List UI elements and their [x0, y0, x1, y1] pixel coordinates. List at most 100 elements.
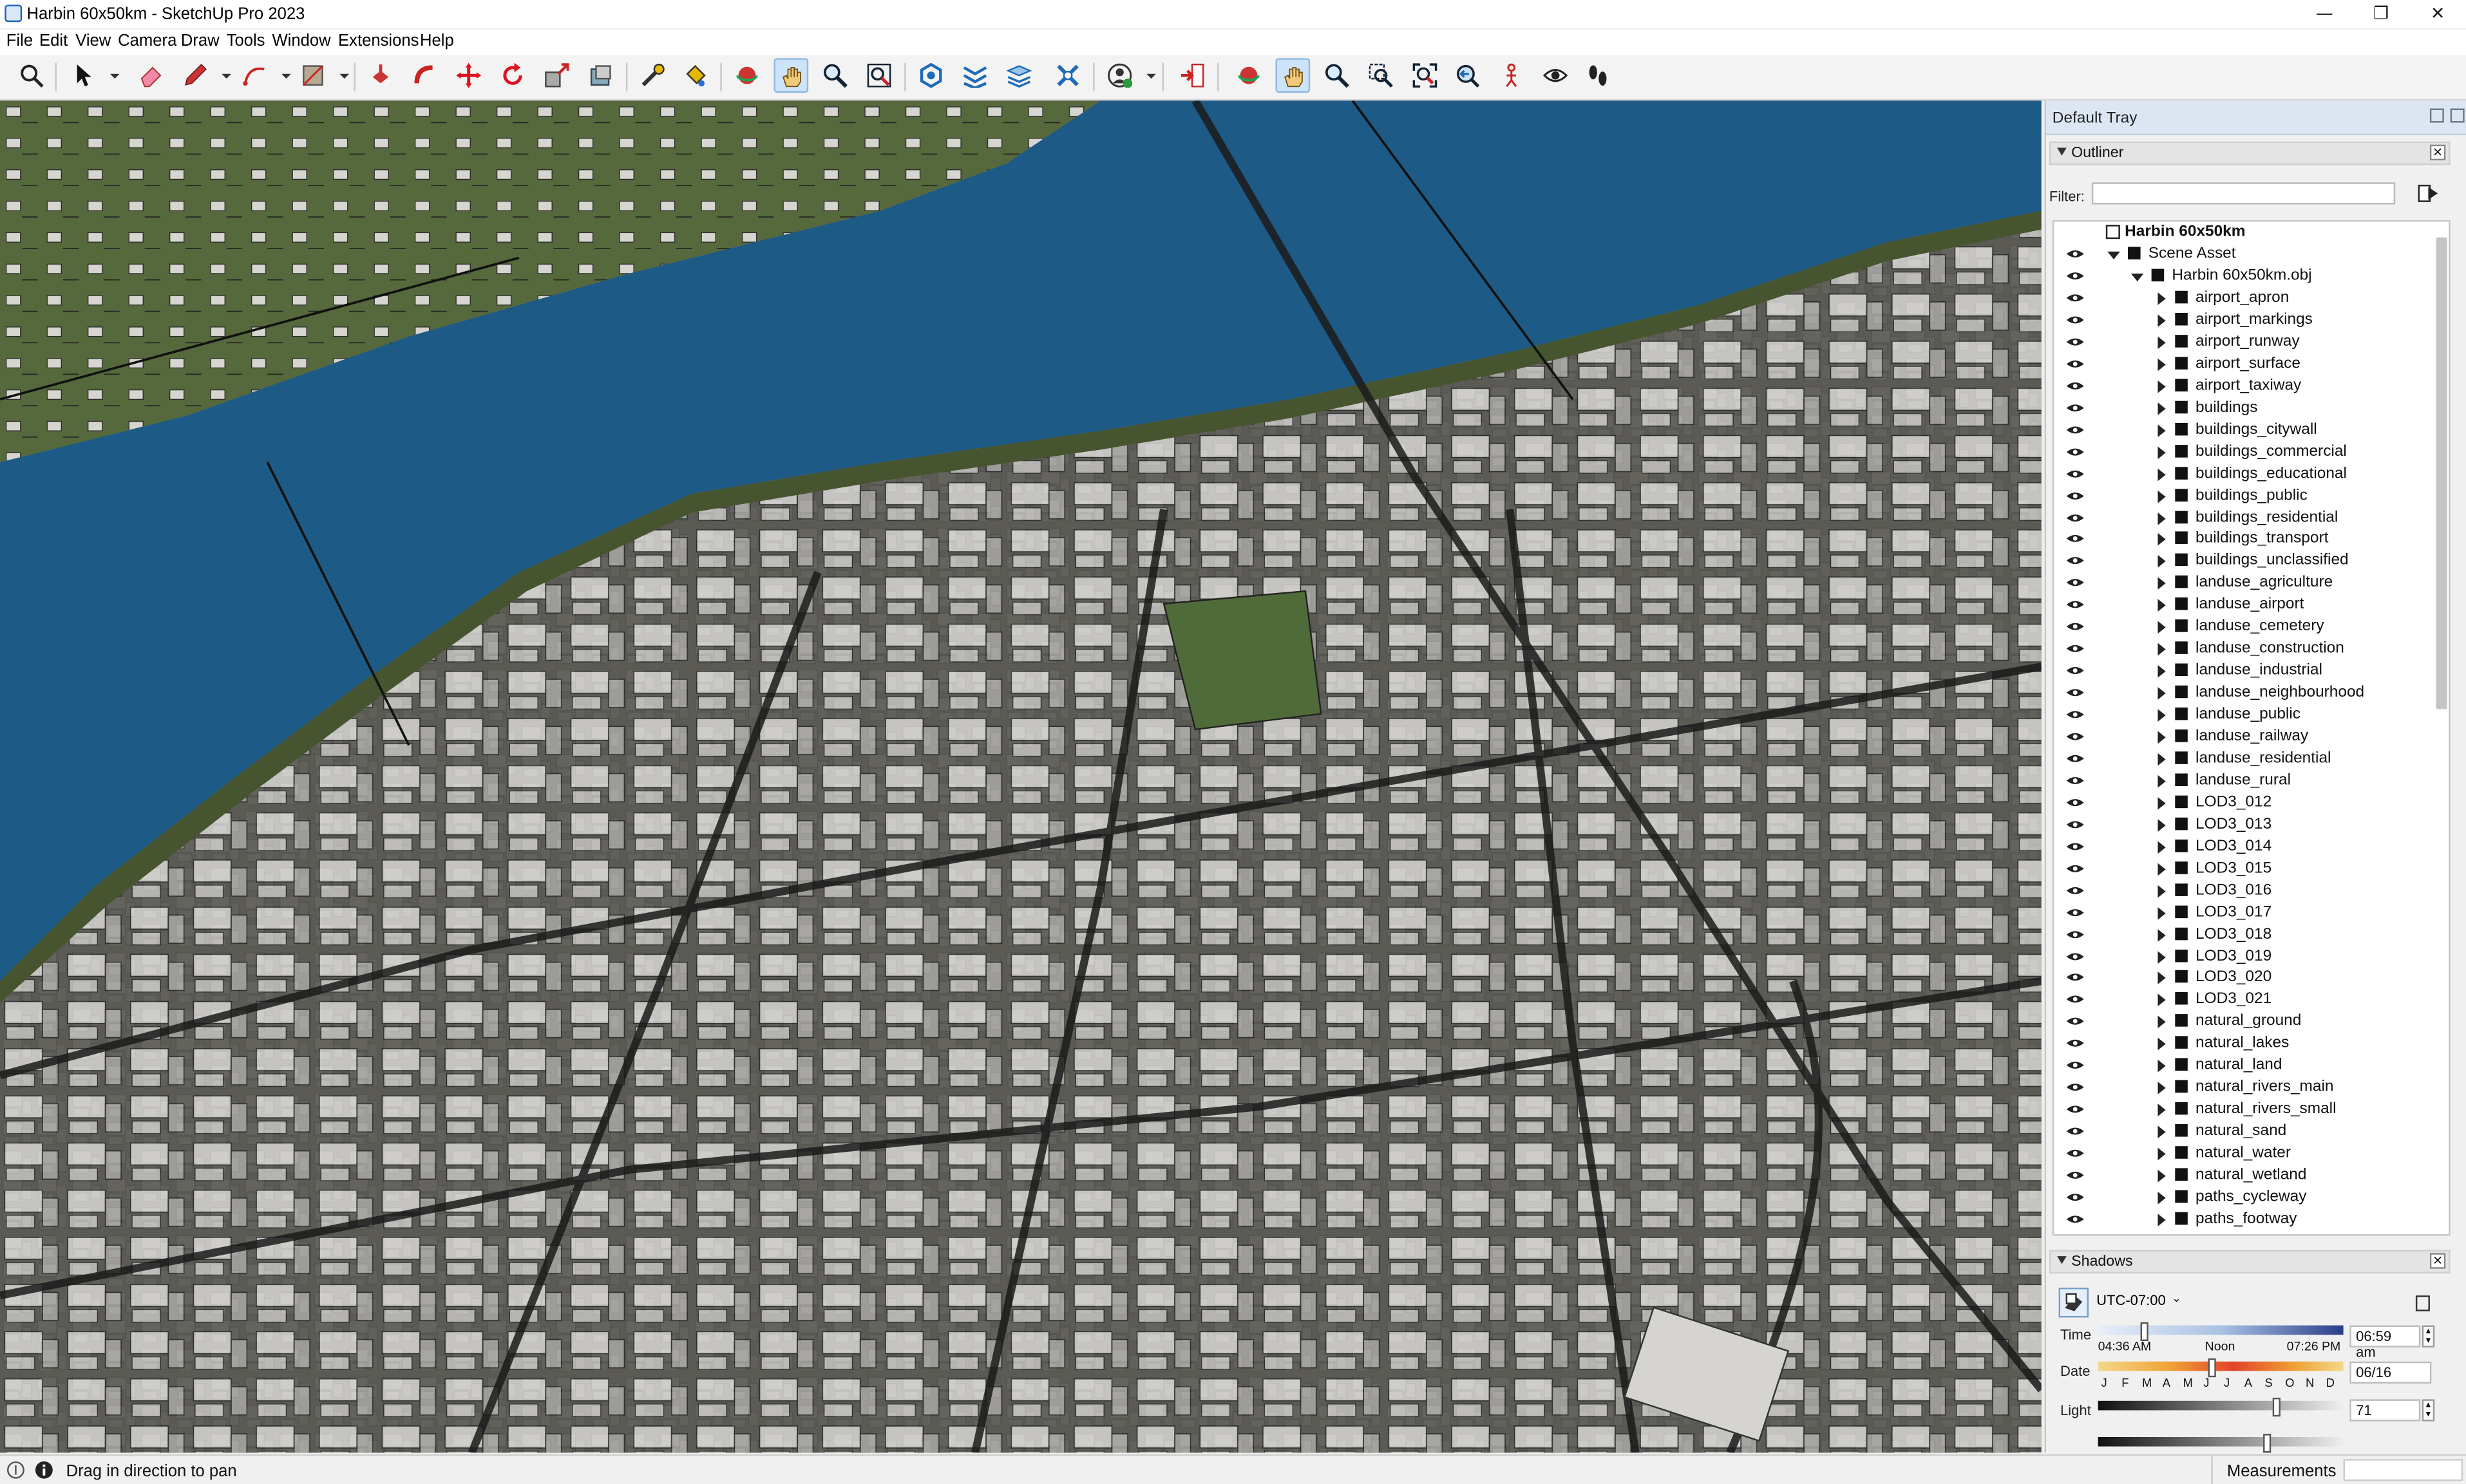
date-field[interactable]: 06/16	[2349, 1361, 2432, 1384]
pencil-line-icon[interactable]	[178, 58, 213, 93]
eye-icon[interactable]	[2066, 534, 2084, 545]
expand-icon[interactable]	[2158, 1016, 2166, 1029]
expand-icon[interactable]	[2158, 1038, 2166, 1051]
expand-icon[interactable]	[2158, 709, 2166, 722]
outliner-item-airport-markings[interactable]: airport_markings	[2054, 310, 2431, 332]
tray-pin-icon[interactable]	[2429, 108, 2444, 123]
expand-panel-icon[interactable]	[2415, 1295, 2430, 1311]
menu-file[interactable]: File	[6, 32, 33, 50]
eye-icon[interactable]	[2066, 249, 2084, 259]
eye-icon[interactable]	[2066, 380, 2084, 391]
expand-icon[interactable]	[2158, 1082, 2166, 1095]
time-slider[interactable]	[2098, 1322, 2344, 1342]
eye-icon[interactable]	[2066, 1192, 2084, 1203]
eye-icon[interactable]	[2066, 270, 2084, 281]
outliner-item-landuse-airport[interactable]: landuse_airport	[2054, 595, 2431, 617]
eye-icon[interactable]	[2066, 1082, 2084, 1093]
account-icon[interactable]	[1103, 58, 1137, 93]
look-around-icon[interactable]	[1538, 58, 1573, 93]
rotate-icon[interactable]	[495, 58, 530, 93]
outliner-item-buildings-educational[interactable]: buildings_educational	[2054, 463, 2431, 485]
maximize-button[interactable]: ❐	[2353, 0, 2409, 28]
light-field[interactable]: 71	[2349, 1399, 2421, 1422]
eye-icon[interactable]	[2066, 1126, 2084, 1137]
eye-icon[interactable]	[2066, 490, 2084, 501]
expand-icon[interactable]	[2158, 1169, 2166, 1183]
expand-icon[interactable]	[2158, 424, 2166, 437]
expand-icon[interactable]	[2158, 687, 2166, 700]
light-stepper[interactable]: ▲ ▼	[2422, 1399, 2435, 1422]
tray-close-icon[interactable]	[2450, 108, 2465, 123]
follow-me-icon[interactable]	[407, 58, 442, 93]
expand-icon[interactable]	[2158, 775, 2166, 788]
outliner-item-lod3-014[interactable]: LOD3_014	[2054, 836, 2431, 858]
eye-icon[interactable]	[2066, 950, 2084, 961]
timezone-select[interactable]: UTC-07:00 ⌄	[2096, 1292, 2183, 1313]
outliner-item-lod3-020[interactable]: LOD3_020	[2054, 968, 2431, 990]
outliner-item-airport-surface[interactable]: airport_surface	[2054, 353, 2431, 375]
zoom-extents-icon-2[interactable]	[1408, 58, 1443, 93]
expand-icon[interactable]	[2158, 1191, 2166, 1205]
zoom-icon[interactable]	[818, 58, 853, 93]
light-slider-thumb[interactable]	[2272, 1397, 2281, 1417]
expand-icon[interactable]	[2107, 251, 2120, 259]
outliner-item-airport-runway[interactable]: airport_runway	[2054, 332, 2431, 353]
offset-icon[interactable]	[583, 58, 618, 93]
outliner-item-buildings-commercial[interactable]: buildings_commercial	[2054, 441, 2431, 463]
outliner-scene[interactable]: Scene Asset	[2054, 244, 2431, 266]
outliner-item-buildings[interactable]: buildings	[2054, 397, 2431, 419]
paint-bucket-icon[interactable]	[678, 58, 713, 93]
eye-icon[interactable]	[2066, 1038, 2084, 1049]
eye-icon[interactable]	[2066, 402, 2084, 413]
eye-icon[interactable]	[2066, 906, 2084, 917]
outliner-item-natural-sand[interactable]: natural_sand	[2054, 1121, 2431, 1143]
eye-icon[interactable]	[2066, 1214, 2084, 1225]
eye-icon[interactable]	[2066, 468, 2084, 479]
pan-icon-2[interactable]	[1275, 58, 1311, 93]
menu-draw[interactable]: Draw	[181, 32, 220, 50]
eye-icon[interactable]	[2066, 797, 2084, 808]
expand-icon[interactable]	[2158, 906, 2166, 919]
eye-icon[interactable]	[2066, 314, 2084, 325]
eye-icon[interactable]	[2066, 578, 2084, 588]
expand-icon[interactable]	[2158, 884, 2166, 897]
expand-icon[interactable]	[2158, 840, 2166, 854]
expand-icon[interactable]	[2158, 1060, 2166, 1073]
eye-icon[interactable]	[2066, 512, 2084, 523]
time-field[interactable]: 06:59 am	[2349, 1325, 2421, 1360]
light-slider[interactable]	[2098, 1397, 2344, 1417]
eye-icon[interactable]	[2066, 687, 2084, 698]
eye-icon[interactable]	[2066, 424, 2084, 435]
outliner-obj[interactable]: Harbin 60x50km.obj	[2054, 266, 2431, 288]
close-button[interactable]: ✕	[2409, 0, 2466, 28]
expand-icon[interactable]	[2158, 950, 2166, 963]
outliner-item-landuse-rural[interactable]: landuse_rural	[2054, 770, 2431, 792]
expand-icon[interactable]	[2158, 336, 2166, 349]
pan-icon[interactable]	[773, 58, 809, 93]
walk-icon[interactable]	[1580, 58, 1615, 93]
eye-icon[interactable]	[2066, 731, 2084, 742]
eye-icon[interactable]	[2066, 1148, 2084, 1159]
position-camera-icon[interactable]	[1494, 58, 1529, 93]
send-to-layout-icon[interactable]	[1175, 58, 1209, 93]
arc-icon[interactable]	[238, 58, 272, 93]
previous-view-icon[interactable]	[1450, 58, 1485, 93]
expand-icon[interactable]	[2158, 1213, 2166, 1226]
eraser-icon[interactable]	[134, 58, 169, 93]
outliner-item-lod3-012[interactable]: LOD3_012	[2054, 792, 2431, 814]
move-icon[interactable]	[451, 58, 486, 93]
menu-tools[interactable]: Tools	[227, 32, 265, 50]
outliner-item-landuse-industrial[interactable]: landuse_industrial	[2054, 661, 2431, 682]
outliner-item-lod3-019[interactable]: LOD3_019	[2054, 946, 2431, 968]
outliner-item-buildings-citywall[interactable]: buildings_citywall	[2054, 419, 2431, 441]
dark-slider-thumb[interactable]	[2262, 1434, 2271, 1453]
outliner-item-lod3-018[interactable]: LOD3_018	[2054, 924, 2431, 946]
outliner-item-buildings-unclassified[interactable]: buildings_unclassified	[2054, 551, 2431, 573]
eye-icon[interactable]	[2066, 643, 2084, 654]
eye-icon[interactable]	[2066, 1060, 2084, 1071]
expand-icon[interactable]	[2158, 380, 2166, 393]
date-slider-thumb[interactable]	[2208, 1358, 2217, 1378]
outliner-item-natural-rivers-main[interactable]: natural_rivers_main	[2054, 1077, 2431, 1099]
expand-icon[interactable]	[2158, 467, 2166, 481]
outliner-tree[interactable]: Harbin 60x50km Scene Asset Harbin 60x50k…	[2052, 220, 2451, 1236]
